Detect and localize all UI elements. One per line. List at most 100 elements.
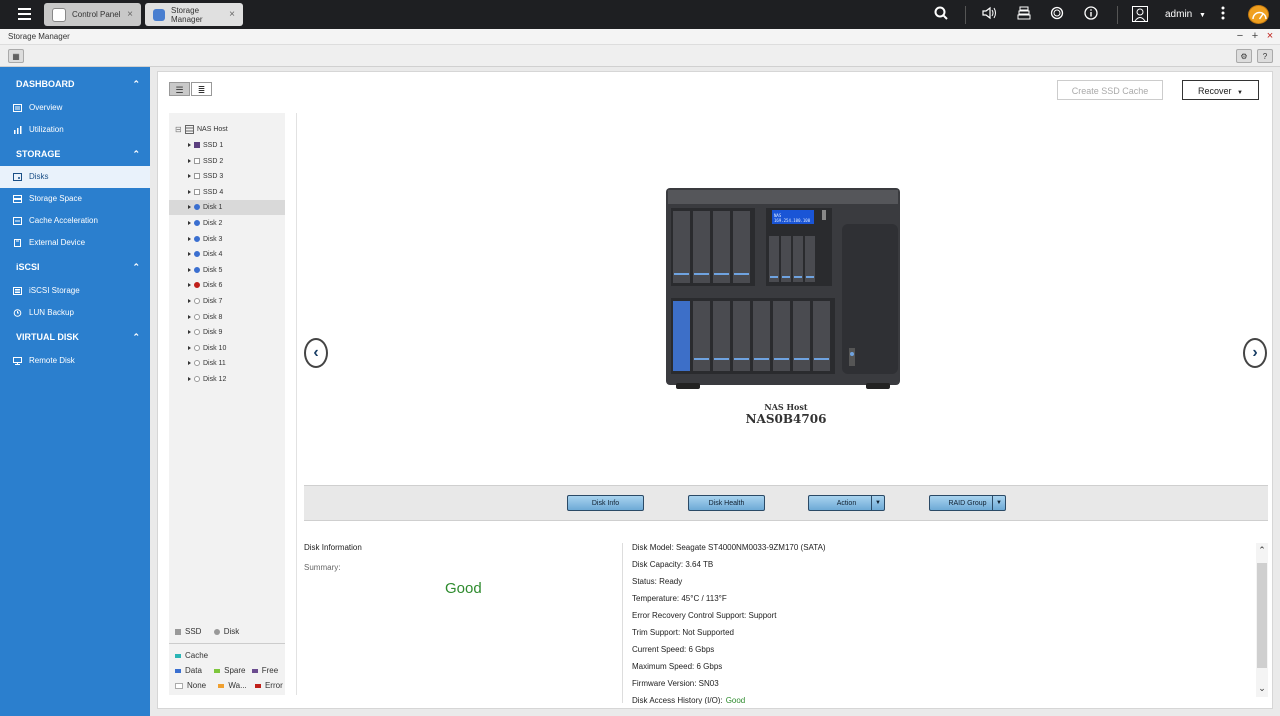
- tree-node[interactable]: Disk 3: [169, 232, 285, 247]
- expand-arrow-icon[interactable]: [188, 267, 191, 272]
- more-options-icon[interactable]: [1217, 6, 1229, 24]
- sidebar-item-external-device[interactable]: External Device: [0, 232, 150, 254]
- detail-row: Disk Capacity: 3.64 TB: [632, 560, 714, 569]
- sidebar-item-remote-disk[interactable]: Remote Disk: [0, 350, 150, 372]
- overview-icon: [13, 104, 22, 112]
- recover-button[interactable]: Recover ▼: [1182, 80, 1259, 100]
- next-device-button[interactable]: ›: [1243, 338, 1267, 368]
- tree-root-nas-host[interactable]: ⊟ NAS Host: [169, 122, 285, 137]
- tab-storage-manager[interactable]: Storage Manager ×: [145, 3, 243, 26]
- info-icon[interactable]: [1082, 6, 1100, 24]
- expand-arrow-icon[interactable]: [188, 299, 191, 303]
- raid-group-dropdown[interactable]: RAID Group ▼: [929, 495, 1006, 511]
- expand-arrow-icon[interactable]: [188, 143, 191, 147]
- sidebar-item-lun-backup[interactable]: LUN Backup: [0, 302, 150, 324]
- sidebar-section-storage[interactable]: STORAGE ⌃: [0, 143, 150, 165]
- backup-icon: [13, 309, 22, 317]
- tree-label: SSD 4: [203, 188, 224, 196]
- expand-arrow-icon[interactable]: [188, 314, 191, 319]
- tree-node[interactable]: Disk 8: [169, 310, 285, 325]
- minimize-button[interactable]: −: [1234, 30, 1246, 42]
- settings-button[interactable]: ⚙: [1236, 49, 1252, 63]
- details-scrollbar[interactable]: ⌃ ⌄: [1256, 543, 1268, 697]
- tree-node[interactable]: Disk 6: [169, 278, 285, 293]
- hamburger-icon[interactable]: [16, 7, 34, 21]
- tree-node[interactable]: SSD 3: [169, 169, 285, 184]
- scroll-thumb[interactable]: [1257, 563, 1267, 668]
- scroll-up-icon[interactable]: ⌃: [1256, 545, 1268, 556]
- remote-disk-icon: [13, 357, 22, 365]
- window-layout-button[interactable]: ▦: [8, 49, 24, 63]
- maximize-button[interactable]: +: [1249, 30, 1261, 42]
- tree-node[interactable]: Disk 1: [169, 200, 285, 216]
- tree-node[interactable]: Disk 7: [169, 294, 285, 309]
- user-menu[interactable]: admin ▼: [1165, 8, 1206, 22]
- expand-arrow-icon[interactable]: [188, 205, 191, 210]
- expand-arrow-icon[interactable]: [188, 221, 191, 225]
- sidebar-item-cache-acceleration[interactable]: Cache Acceleration: [0, 210, 150, 232]
- previous-device-button[interactable]: ‹: [304, 338, 328, 368]
- expand-arrow-icon[interactable]: [188, 377, 191, 381]
- tree-node[interactable]: Disk 9: [169, 325, 285, 340]
- scroll-down-icon[interactable]: ⌄: [1256, 683, 1268, 694]
- expand-arrow-icon[interactable]: [188, 252, 191, 257]
- sync-icon[interactable]: [1048, 6, 1066, 24]
- search-icon[interactable]: [932, 6, 950, 24]
- action-dropdown[interactable]: Action ▼: [808, 495, 885, 511]
- legend-label: Spare: [224, 666, 246, 675]
- volume-icon[interactable]: [981, 6, 999, 24]
- expand-arrow-icon[interactable]: [188, 158, 191, 163]
- tab-control-panel[interactable]: Control Panel ×: [44, 3, 141, 26]
- tree-node[interactable]: Disk 4: [169, 247, 285, 262]
- tree-node[interactable]: Disk 11: [169, 356, 285, 371]
- expand-arrow-icon[interactable]: [188, 189, 191, 194]
- disk-health-button[interactable]: Disk Health: [688, 495, 765, 511]
- sidebar-item-label: Overview: [29, 103, 63, 112]
- dashboard-gauge-icon[interactable]: [1248, 5, 1269, 24]
- tree-node[interactable]: Disk 10: [169, 341, 285, 356]
- legend-types: SSD Disk: [175, 627, 239, 636]
- tree-label: Disk 7: [203, 298, 223, 305]
- sidebar-section-dashboard[interactable]: DASHBOARD ⌃: [0, 73, 150, 95]
- chevron-up-icon: ⌃: [132, 149, 140, 159]
- panel-view-button[interactable]: ☰: [169, 82, 190, 96]
- expand-arrow-icon[interactable]: [188, 283, 191, 288]
- button-label: Action: [836, 500, 857, 507]
- sidebar-item-label: Disks: [29, 172, 49, 181]
- create-ssd-cache-button[interactable]: Create SSD Cache: [1057, 80, 1163, 100]
- close-icon[interactable]: ×: [229, 9, 235, 20]
- detail-row: Status: Ready: [632, 577, 683, 586]
- disk-info-button[interactable]: Disk Info: [567, 495, 644, 511]
- tree-node[interactable]: Disk 2: [169, 216, 285, 231]
- free-swatch: [251, 668, 258, 673]
- cache-icon: [13, 217, 22, 225]
- sidebar-item-iscsi-storage[interactable]: iSCSI Storage: [0, 280, 150, 302]
- sidebar-item-disks[interactable]: Disks: [0, 166, 150, 188]
- expand-arrow-icon[interactable]: [188, 236, 191, 241]
- disk-details: Disk Model: Seagate ST4000NM0033-9ZM170 …: [632, 543, 1252, 704]
- sidebar-section-virtual-disk[interactable]: VIRTUAL DISK ⌃: [0, 326, 150, 348]
- list-view-button[interactable]: ≣: [191, 82, 212, 96]
- tree-node[interactable]: SSD 1: [169, 138, 285, 153]
- user-icon[interactable]: [1131, 6, 1149, 24]
- expand-arrow-icon[interactable]: [188, 361, 191, 366]
- disk-status-icon: [194, 376, 200, 382]
- close-window-button[interactable]: ×: [1264, 30, 1276, 42]
- close-icon[interactable]: ×: [127, 9, 133, 20]
- cache-swatch: [175, 653, 181, 658]
- sidebar-item-label: LUN Backup: [29, 308, 74, 317]
- tree-node[interactable]: SSD 4: [169, 185, 285, 200]
- tree-node[interactable]: SSD 2: [169, 154, 285, 169]
- button-label: Recover: [1198, 86, 1232, 96]
- tree-node[interactable]: Disk 12: [169, 372, 285, 387]
- sidebar-item-utilization[interactable]: Utilization: [0, 119, 150, 141]
- expand-arrow-icon[interactable]: [188, 174, 191, 179]
- help-button[interactable]: ?: [1257, 49, 1273, 63]
- tasks-icon[interactable]: [1015, 6, 1033, 24]
- sidebar-item-overview[interactable]: Overview: [0, 97, 150, 119]
- sidebar-section-iscsi[interactable]: iSCSI ⌃: [0, 256, 150, 278]
- expand-arrow-icon[interactable]: [188, 345, 191, 350]
- tree-node[interactable]: Disk 5: [169, 263, 285, 278]
- sidebar-item-storage-space[interactable]: Storage Space: [0, 188, 150, 210]
- expand-arrow-icon[interactable]: [188, 330, 191, 335]
